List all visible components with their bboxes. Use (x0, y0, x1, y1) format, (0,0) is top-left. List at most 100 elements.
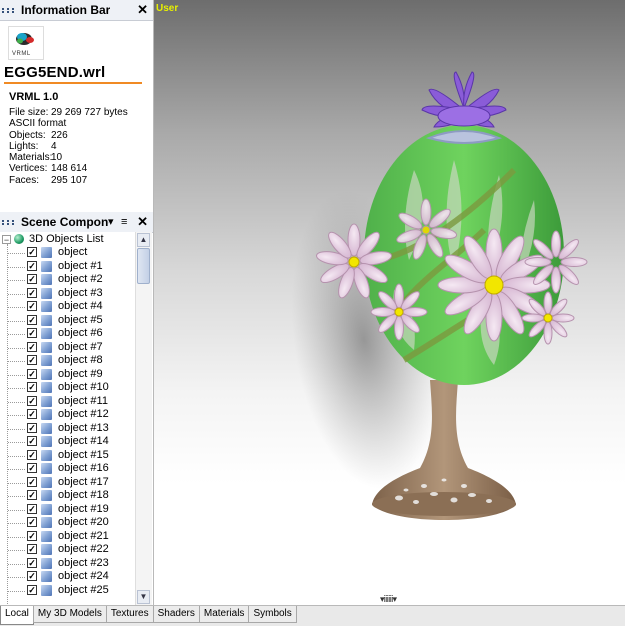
cube-icon (41, 274, 52, 285)
tab-my-3d-models[interactable]: My 3D Models (32, 606, 107, 623)
visibility-checkbox[interactable]: ✓ (27, 449, 37, 460)
tree-item-label: object #6 (58, 327, 103, 339)
tree-item-label: object #4 (58, 300, 103, 312)
visibility-checkbox[interactable]: ✓ (27, 490, 37, 500)
tree-item[interactable]: ✓ object #17 (0, 476, 135, 490)
visibility-checkbox[interactable]: ✓ (27, 557, 37, 568)
close-icon[interactable]: ✕ (137, 2, 148, 18)
cube-icon (41, 409, 52, 420)
grip-icon[interactable] (2, 216, 16, 228)
scene-tree[interactable]: − 3D Objects List ✓ object ✓ object #1 ✓ obje… (0, 232, 135, 605)
cube-icon (41, 260, 52, 272)
tab-textures[interactable]: Textures (105, 606, 154, 623)
tree-item[interactable]: ✓ object #24 (0, 570, 135, 584)
tree-item-label: object (58, 246, 88, 258)
visibility-checkbox[interactable]: ✓ (27, 328, 37, 338)
grip-icon[interactable] (2, 4, 16, 16)
scroll-down-icon[interactable]: ▼ (137, 590, 150, 604)
visibility-checkbox[interactable]: ✓ (27, 314, 37, 325)
tree-item[interactable]: ✓ object #3 (0, 287, 135, 301)
bottom-tab-bar: Local My 3D Models Textures Shaders Material… (0, 605, 625, 626)
information-bar-header[interactable]: Information Bar ✕ (0, 0, 153, 21)
collapse-icon[interactable]: − (2, 234, 11, 244)
menu-icon[interactable]: ≡ (121, 214, 127, 230)
tree-item[interactable]: ✓ object #16 (0, 462, 135, 476)
scene-components-header[interactable]: Scene Compone ▾ ≡ ✕ (0, 212, 153, 233)
tree-item-label: object #7 (58, 340, 103, 353)
visibility-checkbox[interactable]: ✓ (27, 476, 37, 487)
visibility-checkbox[interactable]: ✓ (27, 409, 37, 419)
tree-scrollbar[interactable]: ▲ ▼ (135, 232, 152, 605)
visibility-checkbox[interactable]: ✓ (27, 571, 37, 581)
scroll-thumb[interactable] (137, 248, 150, 284)
visibility-checkbox[interactable]: ✓ (27, 463, 37, 473)
tree-item[interactable]: ✓ object #20 (0, 516, 135, 530)
tree-item[interactable]: ✓ object #13 (0, 422, 135, 436)
tree-item[interactable]: ✓ object #5 (0, 314, 135, 328)
cube-icon (41, 301, 52, 312)
visibility-checkbox[interactable]: ✓ (27, 530, 37, 541)
visibility-checkbox[interactable]: ✓ (27, 368, 37, 379)
3d-viewport[interactable]: User ▾ⅰⅰⅰⅰⅰⅰ▾ (154, 0, 625, 605)
visibility-checkbox[interactable]: ✓ (27, 382, 37, 392)
tree-item-label: object #13 (58, 421, 109, 434)
tree-item[interactable]: ✓ object #18 (0, 489, 135, 503)
tree-item-label: object #10 (58, 381, 109, 393)
dropdown-icon[interactable]: ▾ (108, 214, 114, 230)
tree-item[interactable]: ✓ object #8 (0, 354, 135, 368)
tree-root[interactable]: − 3D Objects List (2, 232, 104, 246)
tree-item[interactable]: ✓ object (0, 246, 135, 260)
viewport-resize-handle[interactable]: ▾ⅰⅰⅰⅰⅰⅰ▾ (380, 594, 397, 605)
cube-icon (41, 463, 52, 474)
tree-item[interactable]: ✓ object #15 (0, 449, 135, 463)
tree-item[interactable]: ✓ object #2 (0, 273, 135, 287)
egg-model-render (291, 71, 588, 520)
tab-shaders[interactable]: Shaders (152, 606, 200, 623)
tree-item[interactable]: ✓ object #21 (0, 530, 135, 544)
object-list: ✓ object ✓ object #1 ✓ object #2 ✓ object #3 ✓ ob… (0, 246, 135, 597)
tab-materials[interactable]: Materials (198, 606, 250, 623)
tree-item[interactable]: ✓ object #23 (0, 557, 135, 571)
tree-item[interactable]: ✓ object #9 (0, 368, 135, 382)
cube-icon (41, 422, 52, 434)
visibility-checkbox[interactable]: ✓ (27, 355, 37, 365)
property-row: File size: 29 269 727 bytes (9, 107, 128, 118)
tree-item[interactable]: ✓ object #19 (0, 503, 135, 517)
visibility-checkbox[interactable]: ✓ (27, 341, 37, 352)
visibility-checkbox[interactable]: ✓ (27, 274, 37, 284)
tree-item-label: object #9 (58, 367, 103, 380)
tree-item-label: object #18 (58, 489, 109, 501)
property-row: Faces: 295 107 (9, 174, 88, 186)
tree-item[interactable]: ✓ object #25 (0, 584, 135, 598)
visibility-checkbox[interactable]: ✓ (27, 287, 37, 298)
tree-item[interactable]: ✓ object #10 (0, 381, 135, 395)
visibility-checkbox[interactable]: ✓ (27, 301, 37, 311)
visibility-checkbox[interactable]: ✓ (27, 422, 37, 433)
visibility-checkbox[interactable]: ✓ (27, 247, 37, 257)
tree-item[interactable]: ✓ object #11 (0, 395, 135, 409)
tree-item[interactable]: ✓ object #22 (0, 543, 135, 557)
tree-item[interactable]: ✓ object #7 (0, 341, 135, 355)
tree-item[interactable]: ✓ object #14 (0, 435, 135, 449)
tree-item[interactable]: ✓ object #12 (0, 408, 135, 422)
visibility-checkbox[interactable]: ✓ (27, 503, 37, 514)
visibility-checkbox[interactable]: ✓ (27, 584, 37, 595)
tree-item-label: object #14 (58, 435, 109, 447)
tab-symbols[interactable]: Symbols (248, 606, 297, 623)
tree-item-label: object #2 (58, 273, 103, 285)
visibility-checkbox[interactable]: ✓ (27, 517, 37, 527)
visibility-checkbox[interactable]: ✓ (27, 395, 37, 406)
tree-item[interactable]: ✓ object #1 (0, 260, 135, 274)
tree-item[interactable]: ✓ object #6 (0, 327, 135, 341)
visibility-checkbox[interactable]: ✓ (27, 436, 37, 446)
visibility-checkbox[interactable]: ✓ (27, 544, 37, 554)
visibility-checkbox[interactable]: ✓ (27, 260, 37, 271)
tree-item-label: object #11 (58, 394, 108, 407)
cube-icon (41, 328, 52, 339)
tab-local[interactable]: Local (0, 606, 34, 625)
close-icon[interactable]: ✕ (137, 214, 148, 230)
tree-item-label: object #8 (58, 354, 103, 366)
vrml-eye-icon (16, 33, 34, 45)
tree-item[interactable]: ✓ object #4 (0, 300, 135, 314)
scroll-up-icon[interactable]: ▲ (137, 233, 150, 247)
